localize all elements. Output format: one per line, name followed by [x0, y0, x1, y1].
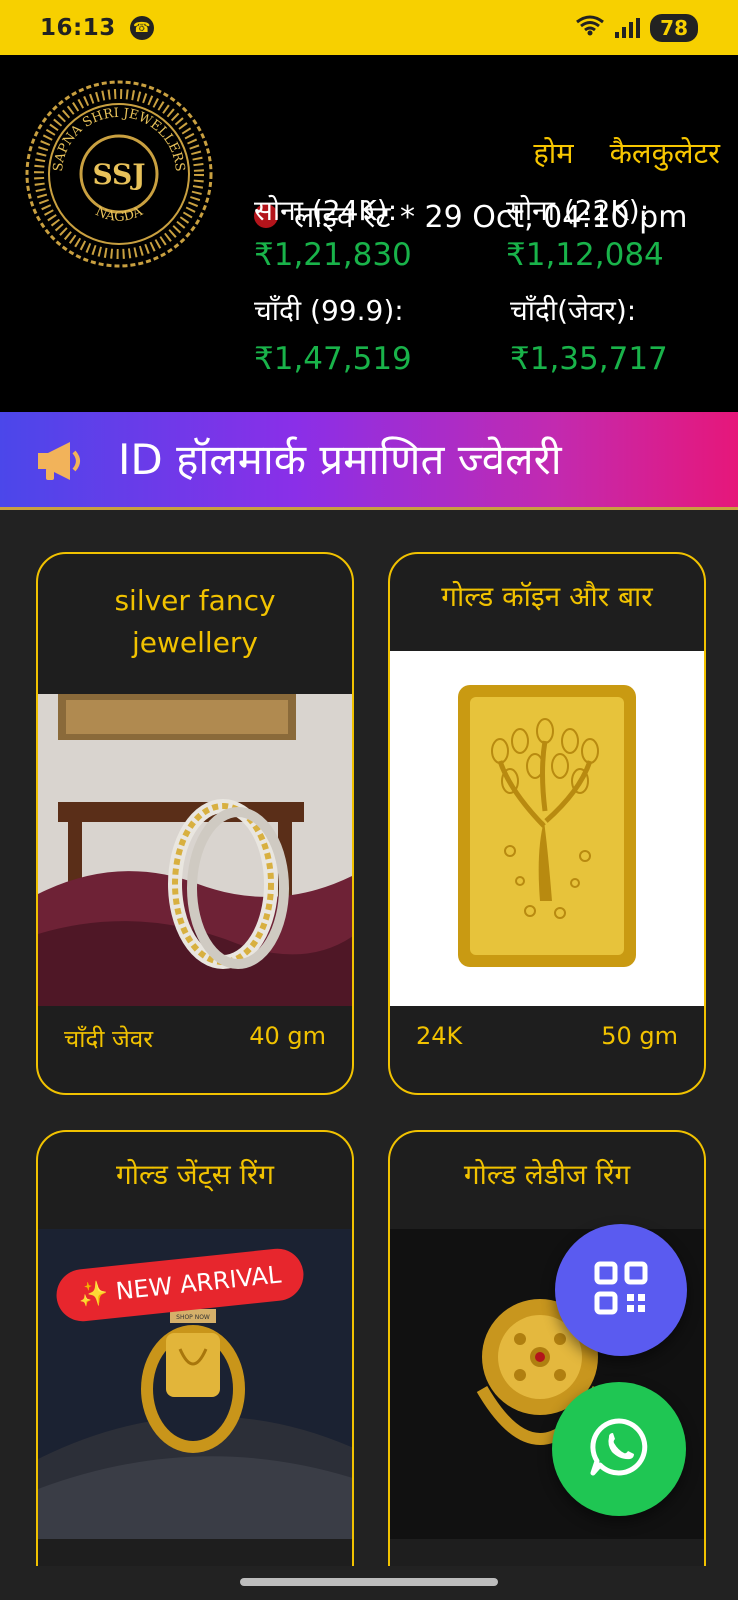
- banner-text: ID हॉलमार्क प्रमाणित ज्वेलरी: [118, 435, 562, 484]
- qr-code-button[interactable]: [555, 1224, 687, 1356]
- rate-value-silver-jewellery: ₹1,35,717: [510, 341, 668, 377]
- rate-label-gold-24k: सोना (24K):: [254, 194, 398, 227]
- call-icon: ☎: [129, 15, 154, 40]
- whatsapp-button[interactable]: [552, 1382, 686, 1516]
- battery-indicator: 78: [650, 13, 698, 42]
- whatsapp-icon: [587, 1415, 651, 1483]
- product-card-silver-fancy[interactable]: silver fancy jewellery चाँदी जेवर 40 gm: [36, 552, 354, 1095]
- product-title: गोल्ड लेडीज रिंग: [463, 1158, 631, 1191]
- product-weight: 50 gm: [601, 1022, 678, 1050]
- rate-label-silver-jewellery: चाँदी(जेवर):: [510, 294, 637, 327]
- home-gesture-handle[interactable]: [240, 1578, 498, 1586]
- rate-label-silver-999: चाँदी (99.9):: [254, 294, 404, 327]
- product-image[interactable]: [38, 694, 352, 1006]
- product-title: गोल्ड जेंट्स रिंग: [115, 1158, 275, 1191]
- announcement-banner[interactable]: ID हॉलमार्क प्रमाणित ज्वेलरी: [0, 412, 738, 510]
- nav-calculator-link[interactable]: कैलकुलेटर: [610, 133, 720, 172]
- rate-value-gold-24k: ₹1,21,830: [254, 237, 412, 273]
- product-footer: चाँदी जेवर 40 gm: [38, 1022, 352, 1055]
- rate-value-silver-999: ₹1,47,519: [254, 341, 412, 377]
- system-nav-bar: [0, 1566, 738, 1600]
- rate-header: SAPNA SHRI JEWELLERS SSJ NAGDA होम कैलकु…: [0, 55, 738, 412]
- product-title: silver fancy jewellery: [114, 584, 276, 659]
- logo-monogram: SSJ: [92, 158, 145, 191]
- product-footer: 24K 50 gm: [390, 1022, 704, 1050]
- rate-value-gold-22k: ₹1,12,084: [506, 237, 664, 273]
- product-weight: 40 gm: [249, 1022, 326, 1050]
- rate-label-gold-22k: सोना (22K):: [506, 194, 650, 227]
- megaphone-icon: [34, 438, 84, 484]
- product-category: 24K: [416, 1022, 463, 1050]
- product-title: गोल्ड कॉइन और बार: [441, 580, 653, 613]
- qr-code-icon: [593, 1260, 649, 1320]
- status-time: 16:13: [40, 14, 116, 41]
- status-bar: 16:13 ☎ 78: [0, 0, 738, 55]
- nav-home-link[interactable]: होम: [533, 133, 573, 172]
- product-image[interactable]: [390, 651, 704, 1006]
- ssj-logo[interactable]: SAPNA SHRI JEWELLERS SSJ NAGDA: [24, 79, 214, 269]
- top-nav: होम कैलकुलेटर: [533, 133, 720, 172]
- wifi-icon: [575, 14, 605, 41]
- signal-icon: [615, 17, 641, 38]
- image-caption: SHOP NOW: [176, 1314, 210, 1321]
- product-card-gold-coin-bar[interactable]: गोल्ड कॉइन और बार 24K 50 gm: [388, 552, 706, 1095]
- product-card-gents-ring[interactable]: गोल्ड जेंट्स रिंग SHOP NOW ✨ NEW ARRIVAL: [36, 1130, 354, 1590]
- product-card-ladies-ring[interactable]: गोल्ड लेडीज रिंग: [388, 1130, 706, 1590]
- product-image[interactable]: SHOP NOW ✨ NEW ARRIVAL: [38, 1229, 352, 1539]
- product-category: चाँदी जेवर: [64, 1025, 154, 1053]
